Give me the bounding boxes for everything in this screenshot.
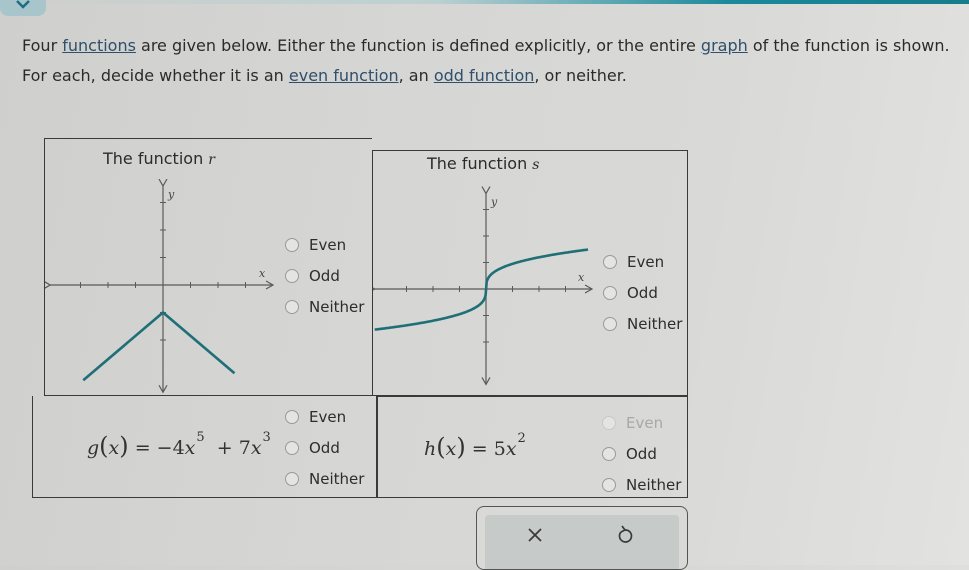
option-neither[interactable]: Neither [603, 308, 682, 339]
term-coefficient: 7 [238, 437, 251, 459]
close-icon [528, 528, 542, 542]
text: of the function is shown. [747, 36, 950, 55]
function-argument: x [108, 437, 120, 459]
problem-h-options: Even Odd Neither [602, 407, 681, 500]
action-bar [476, 506, 688, 570]
radio-button[interactable] [602, 415, 616, 430]
option-label: Even [309, 235, 347, 254]
title-text: The function [427, 154, 528, 173]
radio-button[interactable] [285, 440, 299, 455]
option-odd[interactable]: Odd [602, 438, 681, 469]
clear-button[interactable] [521, 521, 549, 549]
problem-g: g(x) = −4x5 + 7x3 Even Odd Neither [32, 396, 377, 498]
formula-h: h(x) = 5x2 [424, 430, 526, 461]
undo-button[interactable] [611, 521, 639, 549]
term-variable: x [184, 437, 196, 459]
text: For each, decide whether it is an [22, 66, 289, 85]
option-even[interactable]: Even [603, 246, 682, 277]
term-exponent: 2 [517, 430, 526, 446]
option-label: Neither [309, 297, 365, 316]
option-even[interactable]: Even [602, 407, 681, 438]
option-neither[interactable]: Neither [602, 469, 681, 500]
operator: + [216, 437, 233, 459]
option-odd[interactable]: Odd [285, 260, 364, 291]
radio-button[interactable] [602, 477, 616, 492]
equals-sign: = [471, 438, 488, 460]
radio-button[interactable] [285, 409, 299, 424]
title-text: The function [103, 149, 204, 168]
term-exponent: 5 [196, 429, 205, 445]
instructions-line-1: Four functions are given below. Either t… [22, 36, 950, 55]
formula-g: g(x) = −4x5 + 7x3 [87, 429, 271, 460]
odd-function-link[interactable]: odd function [434, 66, 535, 85]
text: , an [398, 66, 434, 85]
graph-link[interactable]: graph [701, 36, 748, 55]
term-variable: x [505, 438, 517, 460]
option-label: Even [627, 252, 665, 271]
graph-r-curve [82, 310, 236, 382]
option-odd[interactable]: Odd [603, 277, 682, 308]
radio-button[interactable] [602, 446, 616, 461]
radio-button[interactable] [603, 316, 617, 331]
problem-r-title: The function r [103, 149, 215, 168]
top-accent-bar [0, 0, 969, 4]
option-label: Odd [309, 438, 340, 457]
option-label: Odd [627, 283, 658, 302]
chevron-down-icon [16, 0, 30, 9]
problems-grid: The function r xy Even Odd Neither The f… [32, 138, 688, 498]
function-name: g [87, 437, 100, 459]
text: Four [22, 36, 63, 55]
x-axis-label: x [259, 267, 266, 280]
problem-s: The function s xy Even Odd Neither [372, 150, 688, 396]
option-label: Even [309, 407, 347, 426]
action-bar-inner [485, 515, 679, 569]
option-odd[interactable]: Odd [285, 432, 364, 463]
option-even[interactable]: Even [285, 401, 364, 432]
functions-link[interactable]: functions [62, 36, 136, 55]
problem-h: h(x) = 5x2 Even Odd Neither [377, 396, 688, 498]
radio-button[interactable] [285, 237, 299, 252]
option-label: Odd [309, 266, 340, 285]
option-neither[interactable]: Neither [285, 291, 364, 322]
undo-icon [618, 525, 633, 543]
option-even[interactable]: Even [285, 229, 364, 260]
function-variable: r [208, 152, 215, 168]
option-label: Odd [626, 444, 657, 463]
term-exponent: 3 [262, 429, 271, 445]
option-neither[interactable]: Neither [285, 463, 364, 494]
problem-r: The function r xy Even Odd Neither [44, 138, 372, 396]
radio-button[interactable] [285, 299, 299, 314]
problem-s-options: Even Odd Neither [603, 246, 682, 339]
radio-button[interactable] [285, 471, 299, 486]
equals-sign: = [134, 437, 151, 459]
term-variable: x [250, 437, 262, 459]
option-label: Neither [627, 314, 683, 333]
graph-r: xy [45, 179, 275, 394]
y-axis-label: y [490, 196, 498, 209]
function-variable: s [532, 157, 540, 173]
even-function-link[interactable]: even function [289, 66, 399, 85]
problem-r-options: Even Odd Neither [285, 229, 364, 322]
term-coefficient: −4 [156, 437, 185, 459]
problem-g-options: Even Odd Neither [285, 401, 364, 494]
text: , or neither. [534, 66, 627, 85]
instructions-line-2: For each, decide whether it is an even f… [22, 66, 627, 85]
x-axis-label: x [578, 271, 585, 284]
term-coefficient: 5 [493, 438, 506, 460]
text: are given below. Either the function is … [135, 36, 701, 55]
y-axis-label: y [167, 188, 175, 201]
problem-s-title: The function s [427, 154, 539, 173]
option-label: Even [626, 413, 664, 432]
function-name: h [424, 438, 437, 460]
radio-button[interactable] [603, 254, 617, 269]
graph-s: xy [373, 186, 594, 386]
collapse-toggle[interactable] [0, 0, 46, 16]
option-label: Neither [626, 475, 682, 494]
radio-button[interactable] [285, 268, 299, 283]
function-argument: x [445, 438, 457, 460]
option-label: Neither [309, 469, 365, 488]
radio-button[interactable] [603, 285, 617, 300]
